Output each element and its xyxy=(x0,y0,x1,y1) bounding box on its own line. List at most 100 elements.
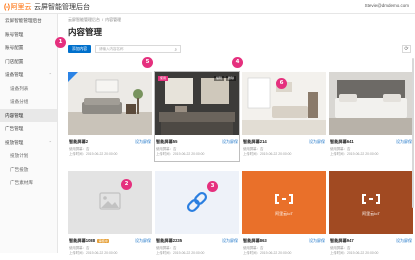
annotation-badge: 1 xyxy=(55,37,66,48)
set-screensaver-link[interactable]: 设为屏保 xyxy=(309,139,325,145)
content-name: 智能屏幕1088 审核中 xyxy=(69,238,110,244)
sidebar-item-label: 投放管理 xyxy=(5,139,24,145)
add-content-button[interactable]: 添加内容 xyxy=(68,45,91,53)
sidebar-item[interactable]: 广告投放 xyxy=(0,163,57,177)
sidebar-item-label: 账号配置 xyxy=(5,45,24,50)
sidebar-item[interactable]: 广告管理 xyxy=(0,122,57,136)
content-card[interactable]: 智能屏幕2 设为屏保 使用屏幕：否 上传时间：2019-06-22 20:00:00 xyxy=(68,72,152,161)
sidebar-item-label: 设备列表 xyxy=(10,85,29,91)
sidebar-item[interactable]: 广告素材库 xyxy=(0,176,57,190)
sidebar-item-label: 云屏智能管理后台 xyxy=(5,18,42,23)
annotation-badge: 2 xyxy=(121,179,132,190)
content-card[interactable]: 智能屏幕641 设为屏保 使用屏幕：否 上传时间：2019-06-22 20:00:0… xyxy=(329,72,413,161)
sidebar-item[interactable]: 内容管理 xyxy=(0,108,57,122)
app-title: 云屏智能管理后台 xyxy=(34,4,90,11)
status-badge: 审核中 xyxy=(97,239,110,243)
delete-button[interactable]: 删除 xyxy=(225,76,236,81)
upload-time: 上传时间：2019-06-22 20:00:00 xyxy=(243,152,292,156)
page-title: 内容管理 xyxy=(68,27,103,37)
sidebar-item-label: 广告素材库 xyxy=(10,180,33,185)
content-name-text: 智能屏幕2 xyxy=(69,139,89,144)
selected-corner-icon xyxy=(68,72,78,82)
sidebar-item[interactable]: 投放计划 xyxy=(0,149,57,163)
set-screensaver-link[interactable]: 设为屏保 xyxy=(396,238,412,244)
sidebar-item[interactable]: 云屏智能管理后台 xyxy=(0,14,57,28)
sidebar-item-label: 设备分组 xyxy=(10,99,29,104)
annotation-badge: 5 xyxy=(142,57,153,68)
sidebar-item-label: 广告管理 xyxy=(5,126,24,131)
sidebar-item[interactable]: 投放管理 ⌃ xyxy=(0,136,57,150)
toolbar: 添加内容 请输入内容名称 ⌕ xyxy=(68,45,181,53)
content-card[interactable]: 使用 编辑 删除 智能屏幕55 设为屏保 使用屏幕：否 上传时间：2019-06-22 20… xyxy=(154,71,240,162)
image-placeholder-icon[interactable] xyxy=(68,171,152,234)
sidebar-item[interactable]: 设备列表 xyxy=(0,82,57,96)
account-name[interactable]: Stevie@dmdemo.com xyxy=(365,3,409,8)
content-name-text: 智能屏幕214 xyxy=(243,139,267,144)
set-screensaver-link[interactable]: 设为屏保 xyxy=(396,139,412,145)
sidebar: 云屏智能管理后台 账号管理账号配置门店配置设备管理 ⌃ 设备列表设备分组内容管理广告管… xyxy=(0,14,58,253)
content-name-text: 智能屏幕2235 xyxy=(156,238,183,243)
sidebar-item-label: 内容管理 xyxy=(5,112,24,118)
logo[interactable]: (-) 阿里云 xyxy=(4,2,32,12)
set-screensaver-link[interactable]: 设为屏保 xyxy=(222,139,238,145)
sidebar-item[interactable]: 账号管理 xyxy=(0,28,57,42)
content-thumbnail[interactable] xyxy=(68,72,152,135)
sidebar-item-label: 投放计划 xyxy=(10,153,29,158)
brand-label: 阿里云IoT xyxy=(362,210,380,216)
chevron-up-icon[interactable]: ⌃ xyxy=(49,68,52,82)
breadcrumb: 云屏智能管理后台 / 内容管理 xyxy=(68,17,122,22)
set-screensaver-link[interactable]: 设为屏保 xyxy=(309,238,325,244)
sidebar-item-label: 广告投放 xyxy=(10,166,29,172)
content-card[interactable]: 智能屏幕1088 审核中 设为屏保 使用屏幕：否 上传时间：2019-06-22 20:… xyxy=(68,171,152,260)
content-name-text: 智能屏幕641 xyxy=(330,139,354,144)
content-card[interactable]: 阿里云IoT 智能屏幕947 设为屏保 使用屏幕：否 上传时间：2019-06-22 2… xyxy=(329,171,413,260)
breadcrumb-root[interactable]: 云屏智能管理后台 xyxy=(68,17,100,22)
content-name: 智能屏幕2 xyxy=(69,139,88,145)
scrollbar[interactable] xyxy=(412,58,414,208)
top-bar: (-) 阿里云 云屏智能管理后台 Stevie@dmdemo.com xyxy=(0,0,415,14)
content-name-text: 智能屏幕1088 xyxy=(69,238,96,243)
brand-label: 阿里云IoT xyxy=(275,210,293,216)
link-icon[interactable] xyxy=(155,171,239,234)
content-name-text: 智能屏幕863 xyxy=(243,238,267,243)
sidebar-item[interactable]: 账号配置 xyxy=(0,41,57,55)
set-screensaver-link[interactable]: 设为屏保 xyxy=(222,238,238,244)
upload-time: 上传时间：2019-06-22 20:00:00 xyxy=(69,152,118,156)
sidebar-item[interactable]: 设备分组 xyxy=(0,95,57,109)
content-name: 智能屏幕214 xyxy=(243,139,267,145)
content-thumbnail[interactable] xyxy=(155,72,239,135)
main-content: 云屏智能管理后台 / 内容管理 内容管理 添加内容 请输入内容名称 ⌕ ⟳ 智能屏幕… xyxy=(59,14,415,255)
search-icon[interactable]: ⌕ xyxy=(174,47,177,53)
set-screensaver-link[interactable]: 设为屏保 xyxy=(135,238,151,244)
content-name: 智能屏幕863 xyxy=(243,238,267,244)
search-input[interactable]: 请输入内容名称 ⌕ xyxy=(95,45,181,53)
content-name: 智能屏幕2235 xyxy=(156,238,182,244)
annotation-badge: 3 xyxy=(207,181,218,192)
set-screensaver-link[interactable]: 设为屏保 xyxy=(135,139,151,145)
annotation-badge: 4 xyxy=(232,57,243,68)
content-card[interactable]: 阿里云IoT 智能屏幕863 设为屏保 使用屏幕：否 上传时间：2019-06-22 2… xyxy=(242,171,326,260)
content-name-text: 智能屏幕55 xyxy=(156,139,178,144)
breadcrumb-current: 内容管理 xyxy=(105,17,122,22)
edit-button[interactable]: 编辑 xyxy=(213,76,224,81)
content-card[interactable]: 智能屏幕2235 设为屏保 使用屏幕：否 上传时间：2019-06-22 20:00:… xyxy=(155,171,239,260)
logo-text: 阿里云 xyxy=(10,4,32,11)
chevron-up-icon[interactable]: ⌃ xyxy=(49,136,52,150)
upload-time: 上传时间：2019-06-22 20:00:00 xyxy=(156,152,205,156)
sidebar-item[interactable]: 门店配置 xyxy=(0,55,57,69)
upload-time: 上传时间：2019-06-22 20:00:00 xyxy=(330,152,379,156)
content-thumbnail[interactable]: 阿里云IoT xyxy=(329,171,413,234)
search-placeholder: 请输入内容名称 xyxy=(99,47,124,51)
content-name: 智能屏幕55 xyxy=(156,139,177,145)
content-thumbnail[interactable] xyxy=(329,72,413,135)
sidebar-item-label: 账号管理 xyxy=(5,31,24,37)
content-name: 智能屏幕641 xyxy=(330,139,354,145)
aliyun-logo-icon: (-) xyxy=(4,3,10,11)
content-thumbnail[interactable]: 阿里云IoT xyxy=(242,171,326,234)
annotation-badge: 6 xyxy=(276,78,287,89)
sidebar-item[interactable]: 设备管理 ⌃ xyxy=(0,68,57,82)
content-name: 智能屏幕947 xyxy=(330,238,354,244)
sidebar-item-label: 设备管理 xyxy=(5,72,24,77)
sidebar-item-label: 门店配置 xyxy=(5,58,24,64)
refresh-icon[interactable]: ⟳ xyxy=(402,45,411,53)
